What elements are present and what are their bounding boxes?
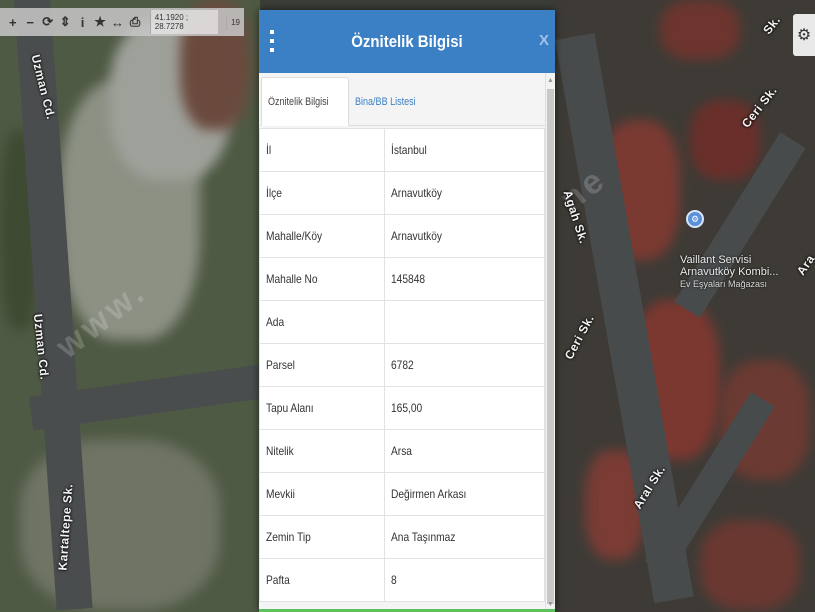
info-icon: i <box>80 14 85 30</box>
star-icon: ★ <box>94 14 106 29</box>
attribute-value: 8 <box>384 558 545 602</box>
table-row: Parsel 6782 <box>259 343 545 387</box>
attribute-key: Tapu Alanı <box>259 386 385 430</box>
refresh-icon: ⟳ <box>42 14 54 29</box>
dialog-scrollbar[interactable]: ▲ ▼ <box>545 73 555 612</box>
coordinate-readout: 41.1920 ; 28.7278 <box>149 10 219 34</box>
scroll-up-icon[interactable]: ▲ <box>547 77 554 84</box>
table-row: Pafta 8 <box>259 558 545 602</box>
settings-button[interactable]: ⚙ <box>793 14 815 56</box>
table-row: Mevkii Değirmen Arkası <box>259 472 545 516</box>
print-button[interactable]: ⎙ <box>126 10 143 34</box>
table-row: Tapu Alanı 165,00 <box>259 386 545 430</box>
attribute-key: Nitelik <box>259 429 385 473</box>
minus-icon: − <box>26 14 34 30</box>
attribute-value: Arnavutköy <box>384 171 545 215</box>
attribute-value: Değirmen Arkası <box>384 472 545 516</box>
gear-icon: ⚙ <box>796 27 812 44</box>
attribute-key: İl <box>259 128 385 172</box>
attribute-value: 165,00 <box>384 386 545 430</box>
attribute-table: İl İstanbul İlçe Arnavutköy Mahalle/Köy Arnav… <box>259 128 545 602</box>
table-row: Mahalle No 145848 <box>259 257 545 301</box>
attribute-key: Mahalle/Köy <box>259 214 385 258</box>
poi-category: Ev Eşyaları Mağazası <box>680 279 768 289</box>
attribute-table-container[interactable]: İl İstanbul İlçe Arnavutköy Mahalle/Köy Arnav… <box>259 126 546 612</box>
attribute-key: İlçe <box>259 171 385 215</box>
attribute-key: Pafta <box>259 558 385 602</box>
attribute-key: Mahalle No <box>259 257 385 301</box>
attribute-key: Ada <box>259 300 385 344</box>
refresh-button[interactable]: ⟳ <box>39 10 56 34</box>
print-icon: ⎙ <box>129 14 141 29</box>
map-toolbar: + − ⟳ ⇕ i ★ ↔ ⎙ 41.1920 ; 28.7278 19 <box>0 8 244 36</box>
attribute-value: 145848 <box>384 257 545 301</box>
poi-name: Vaillant Servisi <box>680 254 752 266</box>
table-row: İlçe Arnavutköy <box>259 171 545 215</box>
scroll-thumb[interactable] <box>547 89 554 604</box>
table-row: Nitelik Arsa <box>259 429 545 473</box>
table-row: Mahalle/Köy Arnavutköy <box>259 214 545 258</box>
dialog-header: Öznitelik Bilgisi X <box>259 10 555 73</box>
attribute-value <box>384 300 545 344</box>
menu-dots-icon[interactable] <box>268 30 276 52</box>
table-row: Zemin Tip Ana Taşınmaz <box>259 515 545 559</box>
dialog-tabs: Öznitelik Bilgisi Bina/BB Listesi <box>259 73 555 126</box>
attribute-value: Arnavutköy <box>384 214 545 258</box>
scroll-down-icon[interactable]: ▼ <box>547 601 554 608</box>
poi-pin-icon[interactable]: ⚙ <box>686 210 704 228</box>
info-button[interactable]: i <box>74 10 91 34</box>
move-icon: ⇕ <box>59 14 71 29</box>
zoom-out-button[interactable]: − <box>21 10 38 34</box>
tab-attribute-info[interactable]: Öznitelik Bilgisi <box>261 77 349 126</box>
attribute-dialog: Öznitelik Bilgisi X Öznitelik Bilgisi Bi… <box>259 10 555 612</box>
attribute-value: Arsa <box>384 429 545 473</box>
poi-label[interactable]: Vaillant Servisi Arnavutköy Kombi... Ev … <box>680 254 778 290</box>
zoom-level: 19 <box>226 14 244 30</box>
table-row: Ada <box>259 300 545 344</box>
attribute-key: Zemin Tip <box>259 515 385 559</box>
measure-icon: ↔ <box>111 14 125 30</box>
attribute-value: İstanbul <box>384 128 545 172</box>
dialog-title: Öznitelik Bilgisi <box>351 31 463 51</box>
favorite-button[interactable]: ★ <box>91 10 108 34</box>
table-row: İl İstanbul <box>259 128 545 172</box>
attribute-value: 6782 <box>384 343 545 387</box>
attribute-key: Parsel <box>259 343 385 387</box>
zoom-in-button[interactable]: + <box>4 10 21 34</box>
attribute-value: Ana Taşınmaz <box>384 515 545 559</box>
poi-name-line2: Arnavutköy Kombi... <box>680 266 779 278</box>
attribute-key: Mevkii <box>259 472 385 516</box>
pan-button[interactable]: ⇕ <box>56 10 73 34</box>
close-button[interactable]: X <box>539 32 549 49</box>
tab-building-list[interactable]: Bina/BB Listesi <box>349 78 435 125</box>
measure-button[interactable]: ↔ <box>109 10 126 34</box>
plus-icon: + <box>8 14 17 30</box>
